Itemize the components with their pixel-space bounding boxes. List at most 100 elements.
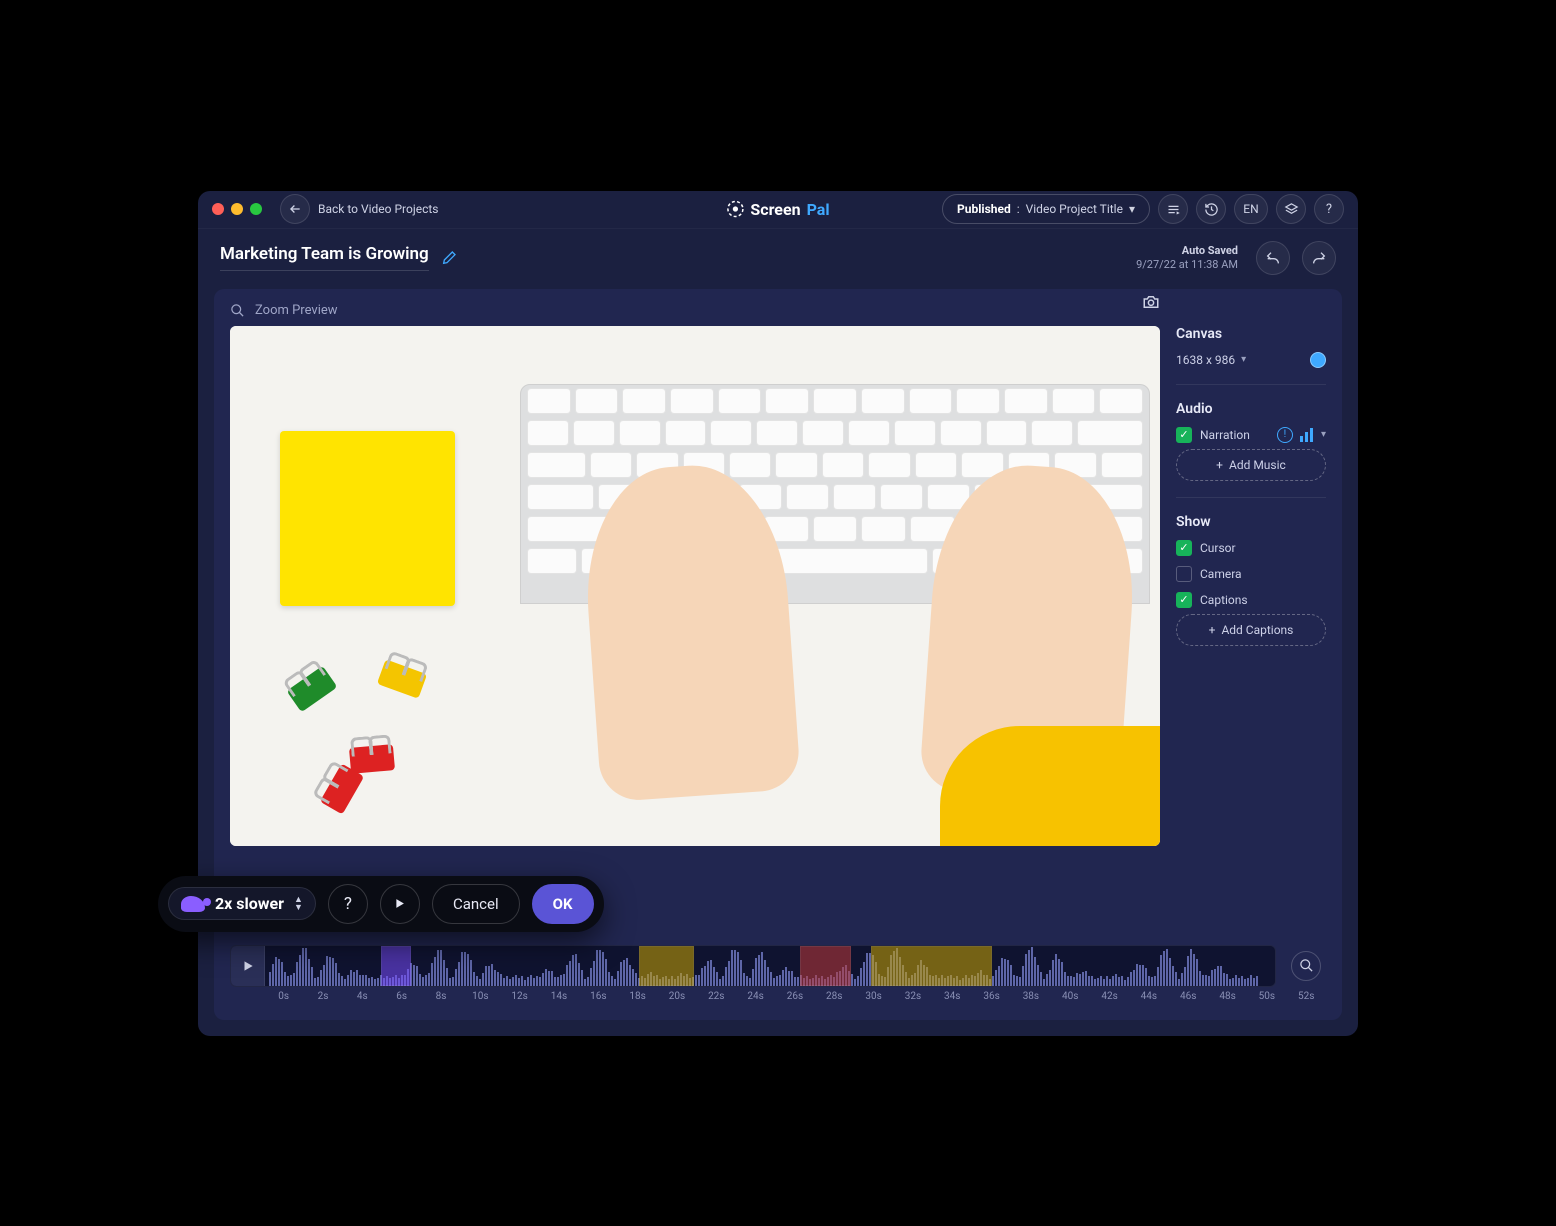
video-preview[interactable] [230,326,1160,846]
speed-toolbar: 2x slower ▲ ▼ ? Cancel OK [158,876,604,932]
preview-sticky-note [280,431,455,606]
project-title: Marketing Team is Growing [220,244,429,271]
app-window: Back to Video Projects Screen Pal Publish… [198,191,1358,1036]
timeline-tick: 32s [893,991,932,1002]
chevron-down-icon: ▾ [1241,354,1246,365]
timeline-tick: 2s [303,991,342,1002]
timeline-play-button[interactable] [231,946,265,986]
speed-selector[interactable]: 2x slower ▲ ▼ [168,887,316,920]
cancel-button[interactable]: Cancel [432,884,520,924]
add-captions-button[interactable]: + Add Captions [1176,614,1326,646]
autosave-info: Auto Saved 9/27/22 at 11:38 AM [1136,244,1238,270]
show-heading: Show [1176,514,1326,530]
timeline-zoom-button[interactable] [1291,951,1321,981]
window-close-button[interactable] [212,203,224,215]
topbar: Back to Video Projects Screen Pal Publish… [198,191,1358,229]
timeline[interactable] [230,945,1276,987]
turtle-icon [181,896,205,912]
timeline-tick: 46s [1169,991,1208,1002]
add-music-button[interactable]: + Add Music [1176,449,1326,481]
timeline-region-purple[interactable] [381,946,411,986]
preview-clip [349,744,395,774]
timeline-track[interactable] [265,946,1275,986]
timeline-tick: 30s [854,991,893,1002]
plus-icon: + [1209,623,1216,637]
captions-checkbox[interactable]: ✓ [1176,592,1192,608]
canvas-dimensions: 1638 x 986 [1176,353,1235,367]
narration-checkbox[interactable]: ✓ [1176,427,1192,443]
language-button[interactable]: EN [1234,194,1268,224]
cursor-label: Cursor [1200,541,1236,555]
timeline-tick: 14s [539,991,578,1002]
timeline-tick: 8s [421,991,460,1002]
timeline-region-red[interactable] [800,946,851,986]
publish-status: Published [957,202,1011,216]
undo-button[interactable] [1256,241,1290,275]
cursor-checkbox[interactable]: ✓ [1176,540,1192,556]
audio-section: Audio ✓ Narration ! ▾ + [1176,401,1326,481]
canvas-section: Canvas 1638 x 986 ▾ [1176,326,1326,368]
timeline-section: 0s2s4s6s8s10s12s14s16s18s20s22s24s26s28s… [230,945,1326,1002]
narration-label: Narration [1200,428,1250,442]
toolbar-play-button[interactable] [380,884,420,924]
title-row: Marketing Team is Growing Auto Saved 9/2… [198,229,1358,281]
timeline-tick: 22s [697,991,736,1002]
preview-bar: Zoom Preview [230,303,1326,318]
add-captions-label: Add Captions [1221,623,1293,637]
canvas-heading: Canvas [1176,326,1326,342]
canvas-color-swatch[interactable] [1310,352,1326,368]
timeline-tick: 26s [775,991,814,1002]
playlist-icon[interactable] [1158,194,1188,224]
timeline-ticks: 0s2s4s6s8s10s12s14s16s18s20s22s24s26s28s… [230,991,1326,1002]
history-icon[interactable] [1196,194,1226,224]
window-controls [212,203,262,215]
timeline-tick: 40s [1051,991,1090,1002]
right-panel: Canvas 1638 x 986 ▾ Audio ✓ Narration ! [1176,326,1326,929]
language-label: EN [1243,202,1258,216]
edit-title-icon[interactable] [441,250,457,266]
timeline-tick: 50s [1247,991,1286,1002]
window-maximize-button[interactable] [250,203,262,215]
layers-icon[interactable] [1276,194,1306,224]
captions-label: Captions [1200,593,1248,607]
camera-checkbox[interactable] [1176,566,1192,582]
brand-text-b: Pal [807,200,830,219]
timeline-tick: 42s [1090,991,1129,1002]
back-label[interactable]: Back to Video Projects [318,202,438,216]
timeline-tick: 6s [382,991,421,1002]
timeline-tick: 38s [1011,991,1050,1002]
speed-stepper[interactable]: ▲ ▼ [294,896,303,912]
timeline-region-yellow[interactable] [871,946,992,986]
show-section: Show ✓ Cursor Camera ✓ Captions + [1176,514,1326,646]
speed-label: 2x slower [215,894,284,913]
timeline-tick: 0s [264,991,303,1002]
help-icon[interactable]: ? [1314,194,1344,224]
screenshot-icon[interactable] [1142,293,1160,311]
preview-sleeve [940,726,1160,846]
timeline-tick: 34s [933,991,972,1002]
add-music-label: Add Music [1229,458,1286,472]
redo-button[interactable] [1302,241,1336,275]
timeline-tick: 10s [461,991,500,1002]
audio-heading: Audio [1176,401,1326,417]
timeline-tick: 18s [618,991,657,1002]
chevron-down-icon: ▾ [1129,202,1135,216]
window-minimize-button[interactable] [231,203,243,215]
timeline-tick: 16s [579,991,618,1002]
audio-levels-icon[interactable] [1299,428,1315,442]
canvas-dimensions-select[interactable]: 1638 x 986 ▾ [1176,352,1326,368]
timeline-tick: 44s [1129,991,1168,1002]
chevron-down-icon[interactable]: ▾ [1321,429,1326,440]
timeline-region-yellow[interactable] [639,946,695,986]
back-button[interactable] [280,194,310,224]
zoom-icon[interactable] [230,303,245,318]
autosave-label: Auto Saved [1136,244,1238,257]
brand-text-a: Screen [750,200,800,219]
timeline-tick: 48s [1208,991,1247,1002]
stepper-down-icon[interactable]: ▼ [294,904,303,912]
ok-button[interactable]: OK [532,884,594,924]
zoom-preview-label[interactable]: Zoom Preview [255,303,338,318]
toolbar-help-button[interactable]: ? [328,884,368,924]
info-icon[interactable]: ! [1277,427,1293,443]
publish-dropdown[interactable]: Published: Video Project Title ▾ [942,194,1150,224]
